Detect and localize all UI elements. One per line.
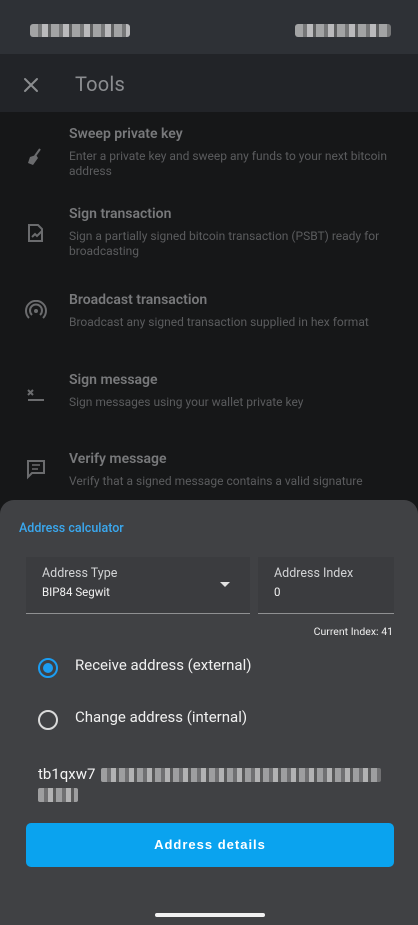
field-value: BIP84 Segwit <box>42 585 110 599</box>
home-indicator[interactable] <box>155 913 265 917</box>
status-bar <box>0 0 418 54</box>
status-left-redacted <box>30 24 130 37</box>
field-label: Address Index <box>274 566 354 581</box>
address-index-input[interactable]: Address Index 0 <box>258 557 394 614</box>
radio-checked-icon[interactable] <box>38 658 58 678</box>
broadcast-icon <box>25 300 47 319</box>
field-label: Address Type <box>42 566 118 581</box>
radio-label: Change address (internal) <box>75 708 248 726</box>
tool-title: Sign transaction <box>69 206 172 222</box>
radio-unchecked-icon[interactable] <box>38 710 58 730</box>
broom-icon <box>28 148 41 165</box>
message-icon <box>27 460 45 480</box>
tool-description: Verify that a signed message contains a … <box>69 474 363 488</box>
tool-description: Sign messages using your wallet private … <box>69 395 304 409</box>
tool-title: Verify message <box>69 451 167 467</box>
tool-title: Sweep private key <box>69 126 183 142</box>
address-redacted <box>38 788 78 802</box>
sign-document-icon <box>28 224 43 242</box>
address-type-dropdown[interactable]: Address Type BIP84 Segwit <box>26 557 250 614</box>
current-index-text: Current Index: 41 <box>313 625 393 638</box>
dropdown-arrow-icon <box>220 582 230 587</box>
address-redacted <box>101 768 381 782</box>
app-bar <box>0 54 418 112</box>
sheet-title: Address calculator <box>19 521 124 536</box>
signature-icon <box>27 389 44 401</box>
tool-description: Broadcast any signed transaction supplie… <box>69 315 369 329</box>
address-prefix-text: tb1qxw7 <box>38 765 96 783</box>
tool-title: Sign message <box>69 372 158 388</box>
tool-description: Enter a private key and sweep any funds … <box>69 149 387 178</box>
tool-description: Sign a partially signed bitcoin transact… <box>69 229 380 258</box>
field-value: 0 <box>274 585 281 599</box>
page-title: Tools <box>75 72 125 96</box>
status-right-redacted <box>295 24 391 37</box>
address-details-button[interactable]: Address details <box>26 823 394 867</box>
close-icon[interactable] <box>20 74 42 96</box>
tool-title: Broadcast transaction <box>69 292 208 308</box>
radio-label: Receive address (external) <box>75 656 252 674</box>
